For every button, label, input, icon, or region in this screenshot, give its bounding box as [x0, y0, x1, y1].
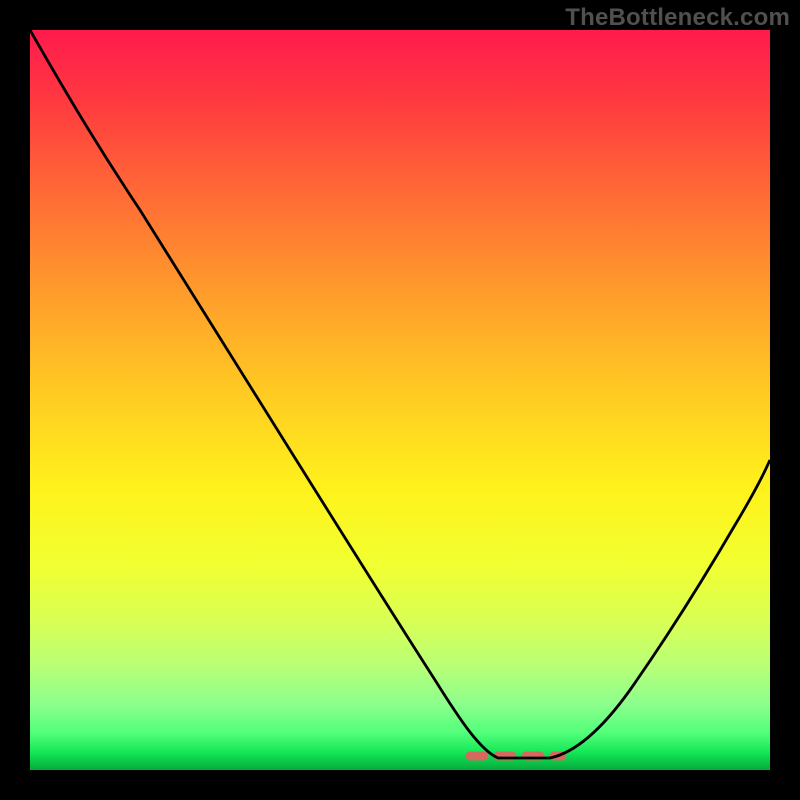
chart-frame: TheBottleneck.com [0, 0, 800, 800]
bottleneck-curve-svg [30, 30, 770, 770]
attribution-text: TheBottleneck.com [565, 4, 790, 32]
plot-area [30, 30, 770, 770]
bottleneck-curve [30, 30, 770, 758]
